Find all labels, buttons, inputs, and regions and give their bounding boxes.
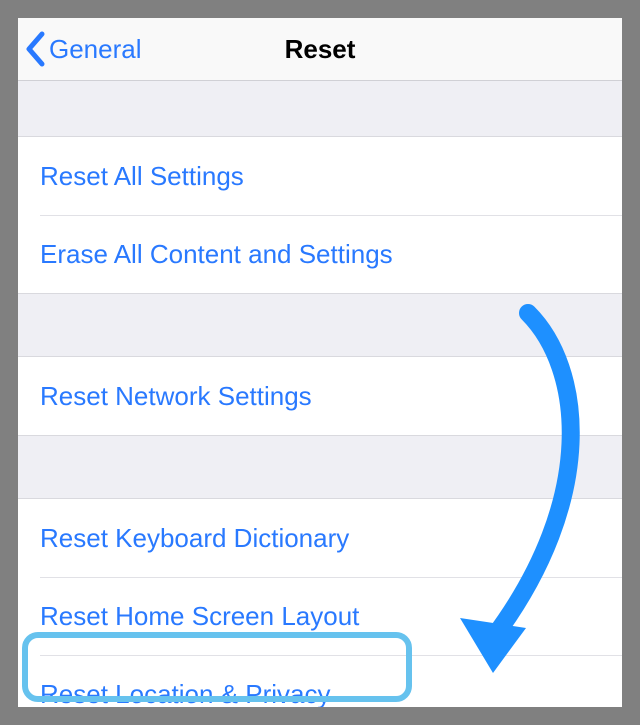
- settings-group-2: Reset Network Settings: [18, 356, 622, 436]
- reset-all-settings-row[interactable]: Reset All Settings: [18, 137, 622, 215]
- section-spacer: [18, 294, 622, 356]
- back-button[interactable]: General: [18, 31, 142, 67]
- row-label: Erase All Content and Settings: [40, 239, 393, 270]
- row-label: Reset All Settings: [40, 161, 244, 192]
- back-label: General: [49, 34, 142, 65]
- section-spacer: [18, 81, 622, 136]
- reset-network-settings-row[interactable]: Reset Network Settings: [18, 357, 622, 435]
- row-label: Reset Keyboard Dictionary: [40, 523, 349, 554]
- row-label: Reset Home Screen Layout: [40, 601, 359, 632]
- settings-screen: General Reset Reset All Settings Erase A…: [18, 18, 622, 707]
- section-spacer: [18, 436, 622, 498]
- row-label: Reset Network Settings: [40, 381, 312, 412]
- highlight-box: [22, 632, 412, 702]
- navbar: General Reset: [18, 18, 622, 81]
- erase-all-content-row[interactable]: Erase All Content and Settings: [18, 215, 622, 293]
- reset-keyboard-dictionary-row[interactable]: Reset Keyboard Dictionary: [18, 499, 622, 577]
- settings-group-1: Reset All Settings Erase All Content and…: [18, 136, 622, 294]
- chevron-left-icon: [24, 31, 47, 67]
